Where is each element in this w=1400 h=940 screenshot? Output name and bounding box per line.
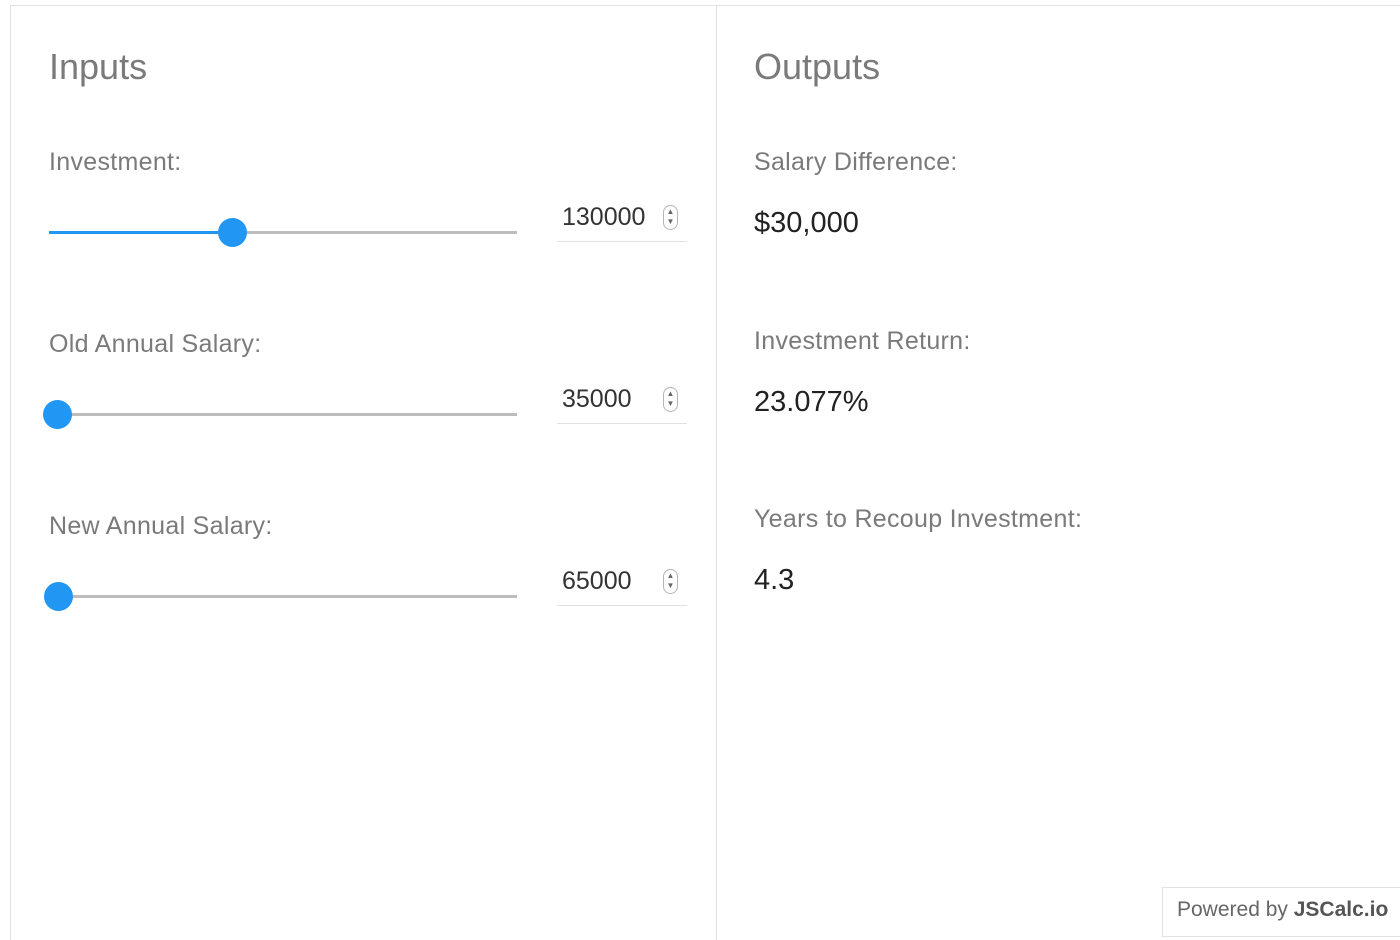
years-to-recoup-label: Years to Recoup Investment: <box>754 505 1083 533</box>
salary-difference-label: Salary Difference: <box>754 148 958 176</box>
investment-input[interactable]: 130000 ▲ ▼ <box>557 201 687 242</box>
old-salary-slider[interactable] <box>43 399 517 429</box>
outputs-title: Outputs <box>754 46 881 87</box>
old-salary-input[interactable]: 35000 ▲ ▼ <box>557 383 687 424</box>
slider-thumb[interactable] <box>44 582 74 611</box>
number-spinner-icon[interactable]: ▲ ▼ <box>663 569 678 594</box>
slider-thumb[interactable] <box>43 400 72 429</box>
new-salary-label: New Annual Salary: <box>49 512 273 540</box>
old-salary-label: Old Annual Salary: <box>49 330 262 358</box>
new-salary-value[interactable]: 65000 <box>562 567 632 596</box>
slider-fill <box>49 231 232 234</box>
investment-label: Investment: <box>49 148 182 176</box>
powered-by-text: Powered by <box>1177 898 1294 921</box>
slider-thumb[interactable] <box>217 218 247 247</box>
investment-return-value: 23.077% <box>754 386 869 418</box>
slider-track <box>49 413 517 416</box>
investment-value[interactable]: 130000 <box>562 203 645 232</box>
powered-by-brand-link[interactable]: JSCalc.io <box>1294 898 1389 921</box>
salary-difference-value: $30,000 <box>754 207 859 239</box>
inputs-title: Inputs <box>49 46 148 87</box>
old-salary-value[interactable]: 35000 <box>562 385 632 414</box>
new-salary-slider[interactable] <box>44 581 517 611</box>
outputs-panel: Outputs Salary Difference: $30,000 Inves… <box>716 6 1400 940</box>
years-to-recoup-value: 4.3 <box>754 564 795 596</box>
investment-slider[interactable] <box>49 217 517 247</box>
number-spinner-icon[interactable]: ▲ ▼ <box>663 387 678 412</box>
slider-track <box>49 595 517 598</box>
new-salary-input[interactable]: 65000 ▲ ▼ <box>557 565 687 606</box>
calculator: Inputs Investment: 130000 ▲ ▼ Old Annual … <box>10 5 1400 940</box>
inputs-panel: Inputs Investment: 130000 ▲ ▼ Old Annual … <box>11 6 717 940</box>
investment-return-label: Investment Return: <box>754 327 971 355</box>
number-spinner-icon[interactable]: ▲ ▼ <box>663 205 678 230</box>
